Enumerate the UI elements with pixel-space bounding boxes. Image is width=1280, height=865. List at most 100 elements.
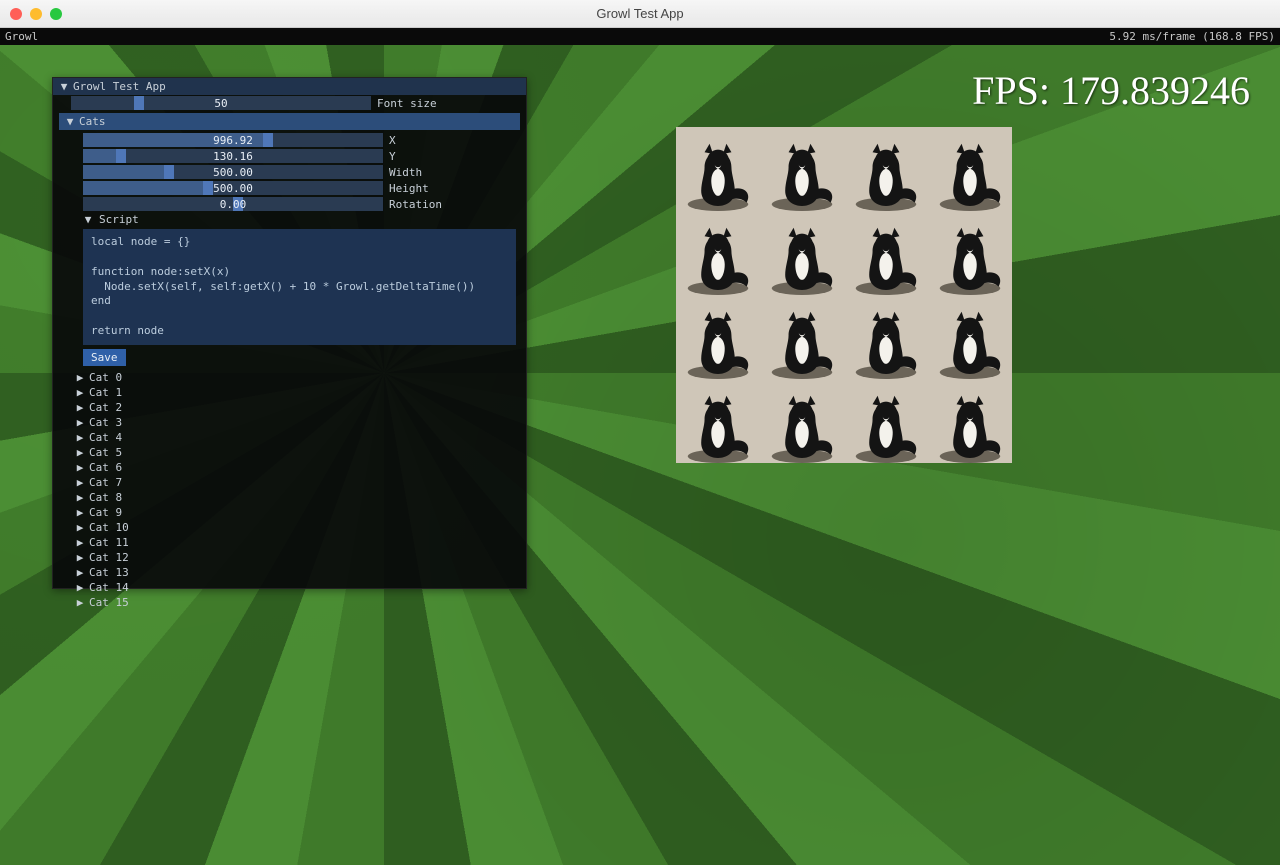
slider-fill	[83, 165, 170, 179]
scene-node-label: Cat 7	[89, 476, 122, 489]
cat-sprite	[760, 127, 844, 211]
expand-arrow-icon[interactable]: ▶	[75, 386, 85, 399]
scene-node-label: Cat 13	[89, 566, 129, 579]
scene-node-item[interactable]: ▶ Cat 1	[53, 385, 526, 400]
scene-node-item[interactable]: ▶Cat 10	[53, 520, 526, 535]
y-slider[interactable]: 130.16	[83, 149, 383, 163]
scene-node-item[interactable]: ▶ Cat 14	[53, 580, 526, 595]
cat-sprite	[676, 127, 760, 211]
scene-node-label: Cat 0	[89, 371, 122, 384]
scene-node-item[interactable]: ▶ Cat 3	[53, 415, 526, 430]
expand-arrow-icon[interactable]: ▶	[75, 551, 85, 564]
window-title: Growl Test App	[0, 6, 1280, 21]
scene-node-item[interactable]: ▶Cat 2	[53, 400, 526, 415]
scene-node-item[interactable]: ▶ Cat 7	[53, 475, 526, 490]
expand-arrow-icon[interactable]: ▶	[75, 401, 85, 414]
collapse-arrow-icon[interactable]: ▼	[83, 213, 93, 226]
scene-node-label: Cat 5	[89, 446, 122, 459]
cat-sprite	[760, 211, 844, 295]
expand-arrow-icon[interactable]: ▶	[75, 566, 85, 579]
scene-node-item[interactable]: ▶ Cat 5	[53, 445, 526, 460]
cat-sprite	[676, 211, 760, 295]
slider-thumb-icon[interactable]	[164, 165, 174, 179]
cat-sprite	[760, 295, 844, 379]
slider-thumb-icon[interactable]	[134, 96, 144, 110]
expand-arrow-icon[interactable]: ▶	[75, 476, 85, 489]
scene-node-label: Cat 8	[89, 491, 122, 504]
prop-row-x: 996.92 X	[53, 132, 526, 148]
expand-arrow-icon[interactable]: ▶	[75, 536, 85, 549]
height-slider[interactable]: 500.00	[83, 181, 383, 195]
height-value: 500.00	[213, 182, 253, 195]
script-editor[interactable]: local node = {} function node:setX(x) No…	[83, 229, 516, 345]
scene-node-item[interactable]: ▶Cat 4	[53, 430, 526, 445]
game-viewport: FPS: 179.839246	[0, 45, 1280, 865]
font-size-value: 50	[214, 97, 227, 110]
font-size-slider[interactable]: 50	[71, 96, 371, 110]
scene-node-label: Cat 6	[89, 461, 122, 474]
slider-fill	[83, 181, 209, 195]
cat-sprite	[676, 295, 760, 379]
scene-node-item[interactable]: ▶ Cat 15	[53, 595, 526, 610]
scene-node-item[interactable]: ▶ Cat 12	[53, 550, 526, 565]
expand-arrow-icon[interactable]: ▶	[75, 461, 85, 474]
x-slider[interactable]: 996.92	[83, 133, 383, 147]
x-value: 996.92	[213, 134, 253, 147]
expand-arrow-icon[interactable]: ▶	[75, 491, 85, 504]
slider-thumb-icon[interactable]	[203, 181, 213, 195]
width-label: Width	[389, 166, 520, 179]
debug-panel[interactable]: ▼ Growl Test App 50 Font size ▼ Cats 996…	[52, 77, 527, 589]
menu-app-name[interactable]: Growl	[5, 30, 38, 43]
scene-node-item[interactable]: ▶ Cat 9	[53, 505, 526, 520]
expand-arrow-icon[interactable]: ▶	[75, 581, 85, 594]
scene-node-item[interactable]: ▶ Cat 13	[53, 565, 526, 580]
scene-node-label: Cat 1	[89, 386, 122, 399]
slider-thumb-icon[interactable]	[263, 133, 273, 147]
app-menubar: Growl 5.92 ms/frame (168.8 FPS)	[0, 28, 1280, 45]
cat-sprite	[676, 379, 760, 463]
expand-arrow-icon[interactable]: ▶	[75, 506, 85, 519]
x-label: X	[389, 134, 520, 147]
cats-header[interactable]: ▼ Cats	[59, 113, 520, 130]
perf-readout: 5.92 ms/frame (168.8 FPS)	[1109, 30, 1275, 43]
cat-sprite	[928, 211, 1012, 295]
cat-sprite	[844, 379, 928, 463]
scene-node-label: Cat 15	[89, 596, 129, 609]
width-value: 500.00	[213, 166, 253, 179]
expand-arrow-icon[interactable]: ▶	[75, 416, 85, 429]
width-slider[interactable]: 500.00	[83, 165, 383, 179]
collapse-arrow-icon[interactable]: ▼	[59, 80, 69, 93]
scene-node-item[interactable]: ▶ Cat 8	[53, 490, 526, 505]
prop-row-y: 130.16Y	[53, 148, 526, 164]
script-header-label: Script	[99, 213, 139, 226]
rotation-value: 0.00	[220, 198, 247, 211]
rotation-slider[interactable]: 0.00	[83, 197, 383, 211]
cat-sprite	[928, 295, 1012, 379]
scene-node-label: Cat 12	[89, 551, 129, 564]
cat-sprite	[844, 127, 928, 211]
slider-thumb-icon[interactable]	[116, 149, 126, 163]
scene-node-item[interactable]: ▶ Cat 6	[53, 460, 526, 475]
collapse-arrow-icon[interactable]: ▼	[65, 115, 75, 128]
scene-node-label: Cat 14	[89, 581, 129, 594]
expand-arrow-icon[interactable]: ▶	[75, 431, 85, 444]
scene-node-label: Cat 9	[89, 506, 122, 519]
expand-arrow-icon[interactable]: ▶	[75, 371, 85, 384]
scene-node-label: Cat 3	[89, 416, 122, 429]
scene-node-item[interactable]: ▶ Cat 11	[53, 535, 526, 550]
expand-arrow-icon[interactable]: ▶	[75, 521, 85, 534]
scene-node-item[interactable]: ▶ Cat 0	[53, 370, 526, 385]
panel-titlebar[interactable]: ▼ Growl Test App	[53, 78, 526, 95]
y-value: 130.16	[213, 150, 253, 163]
panel-title: Growl Test App	[73, 80, 166, 93]
expand-arrow-icon[interactable]: ▶	[75, 596, 85, 609]
save-button[interactable]: Save	[83, 349, 126, 366]
script-header[interactable]: ▼ Script	[53, 212, 526, 227]
cat-sprite	[928, 379, 1012, 463]
scene-node-label: Cat 11	[89, 536, 129, 549]
font-size-label: Font size	[377, 97, 520, 110]
cat-sprite	[844, 211, 928, 295]
expand-arrow-icon[interactable]: ▶	[75, 446, 85, 459]
rotation-label: Rotation	[389, 198, 520, 211]
fps-overlay: FPS: 179.839246	[972, 67, 1250, 114]
